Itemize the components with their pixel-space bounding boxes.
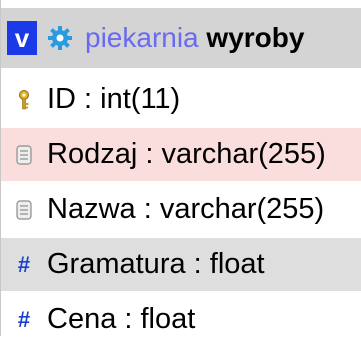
table-title[interactable]: piekarnia wyroby [85, 22, 304, 54]
database-name[interactable]: piekarnia [85, 22, 199, 53]
text-field-icon [13, 144, 35, 165]
column-label: Nazwa : varchar(255) [47, 193, 325, 225]
column-label: Gramatura : float [47, 248, 265, 280]
column-row-rodzaj[interactable]: Rodzaj : varchar(255) [1, 128, 361, 181]
column-label: Cena : float [47, 303, 196, 335]
numeric-field-icon: # [17, 306, 31, 332]
collapse-button[interactable]: v [7, 21, 37, 55]
table-card[interactable]: v piekarnia wyroby ID: int(11) Rodzaj:… [0, 0, 361, 336]
column-label: ID : int(11) [47, 83, 181, 115]
column-row-gramatura[interactable]: # Gramatura : float [1, 238, 361, 291]
text-field-icon [13, 199, 35, 220]
column-row-id[interactable]: ID : int(11) [1, 73, 361, 126]
column-row-cena[interactable]: # Cena : float [1, 293, 361, 346]
column-label: Rodzaj : varchar(255) [47, 138, 326, 170]
primary-key-icon [13, 89, 35, 110]
numeric-field-icon: # [17, 251, 31, 277]
table-header[interactable]: v piekarnia wyroby [1, 8, 361, 68]
table-name[interactable]: wyroby [206, 22, 304, 53]
column-row-nazwa[interactable]: Nazwa : varchar(255) [1, 183, 361, 236]
gear-icon[interactable] [47, 25, 73, 51]
